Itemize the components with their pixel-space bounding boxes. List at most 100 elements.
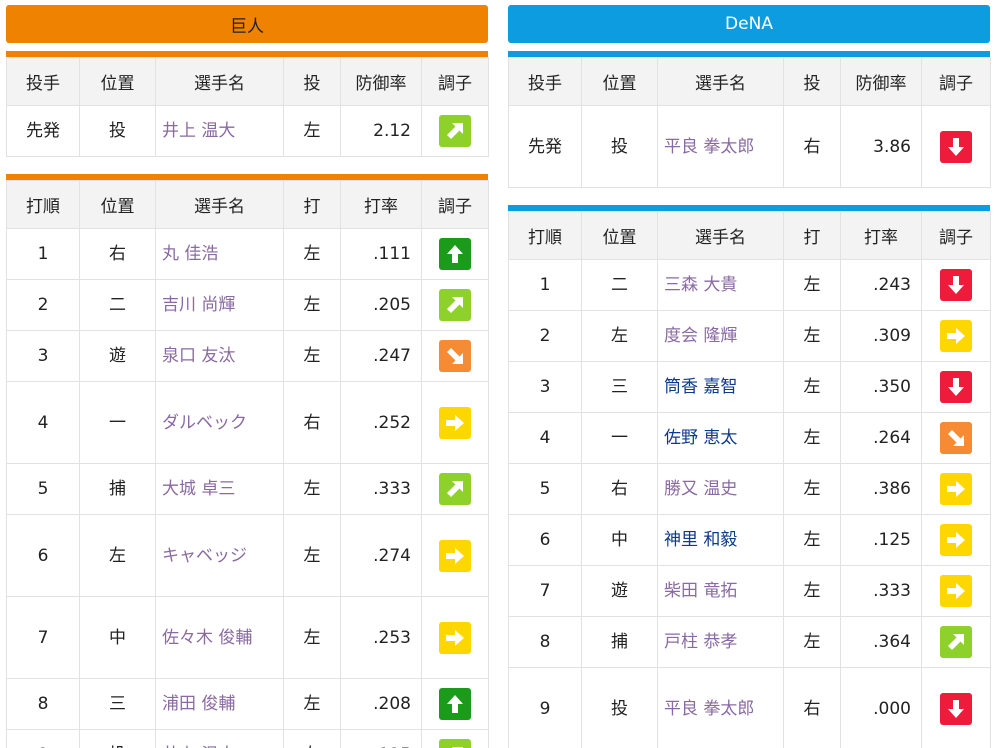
batting-average: .333	[340, 463, 422, 515]
batting-average: .309	[840, 310, 922, 362]
player-name[interactable]: 大城 卓三	[155, 463, 284, 515]
player-name[interactable]: 筒香 嘉智	[657, 361, 784, 413]
batting-order: 7	[508, 565, 582, 617]
player-name[interactable]: 平良 拳太郎	[657, 105, 784, 188]
batting-average: .386	[840, 463, 922, 515]
handedness: 左	[283, 279, 341, 331]
player-name[interactable]: 吉川 尚輝	[155, 279, 284, 331]
batting-order: 4	[6, 381, 80, 464]
dena-pitcher-section: 投手 位置 選手名投防御率 調子 先発投平良 拳太郎右 3.86	[508, 51, 991, 188]
column-header: 投	[783, 57, 841, 106]
arrow-right-icon	[940, 473, 972, 505]
player-name[interactable]: 井上 温大	[155, 729, 284, 748]
arrow-right-icon	[439, 621, 471, 654]
column-header: 打順	[6, 180, 80, 229]
position: 捕	[79, 463, 156, 515]
column-header: 防御率	[840, 57, 922, 106]
batting-average: .247	[340, 330, 422, 382]
position: 遊	[79, 330, 156, 382]
player-name[interactable]: 井上 温大	[155, 105, 284, 157]
handedness: 左	[783, 259, 841, 311]
player-name[interactable]: キャベッジ	[155, 514, 284, 597]
position: 二	[79, 279, 156, 331]
batter-header-row: 打順 位置 選手名打打率 調子	[508, 211, 991, 260]
arrow-down-right-icon	[439, 340, 471, 372]
table-row: 4 一ダルベック右 .252	[6, 381, 489, 464]
player-name[interactable]: 佐々木 俊輔	[155, 596, 284, 679]
condition	[921, 616, 991, 668]
condition	[421, 105, 489, 157]
batting-order: 3	[508, 361, 582, 413]
pitcher-header-row: 投手 位置 選手名投防御率 調子	[508, 57, 991, 106]
batting-average: .208	[340, 678, 422, 730]
batting-order: 7	[6, 596, 80, 679]
handedness: 左	[783, 310, 841, 362]
condition	[421, 596, 489, 679]
table-row: 1 二三森 大貴左 .243	[508, 259, 991, 311]
player-name[interactable]: 平良 拳太郎	[657, 667, 784, 748]
condition	[421, 381, 489, 464]
column-header: 位置	[581, 211, 658, 260]
player-name[interactable]: 丸 佳浩	[155, 228, 284, 280]
condition	[921, 310, 991, 362]
player-name[interactable]: 神里 和毅	[657, 514, 784, 566]
condition	[921, 361, 991, 413]
pitcher-rows: 先発投井上 温大左 2.12	[6, 105, 489, 157]
batting-order: 5	[508, 463, 582, 515]
batting-average: .252	[340, 381, 422, 464]
player-name[interactable]: 三森 大貴	[657, 259, 784, 311]
arrow-up-right-icon	[439, 115, 471, 147]
column-header: 投手	[508, 57, 582, 106]
player-name[interactable]: 佐野 恵太	[657, 412, 784, 464]
condition	[921, 514, 991, 566]
batting-average: .000	[840, 667, 922, 748]
column-header: 調子	[421, 57, 489, 106]
position: 投	[581, 667, 658, 748]
arrow-up-right-icon	[940, 626, 972, 658]
condition	[921, 412, 991, 464]
batting-average: .111	[340, 228, 422, 280]
column-header: 位置	[79, 180, 156, 229]
position: 右	[79, 228, 156, 280]
player-name[interactable]: ダルベック	[155, 381, 284, 464]
batting-average: .350	[840, 361, 922, 413]
table-row: 3 三筒香 嘉智左 .350	[508, 361, 991, 413]
player-name[interactable]: 浦田 俊輔	[155, 678, 284, 730]
position: 中	[79, 596, 156, 679]
position: 右	[581, 463, 658, 515]
batting-average: .364	[840, 616, 922, 668]
table-row: 先発投平良 拳太郎右 3.86	[508, 105, 991, 188]
column-header: 防御率	[340, 57, 422, 106]
position: 一	[581, 412, 658, 464]
condition	[421, 678, 489, 730]
column-header: 投	[283, 57, 341, 106]
arrow-down-right-icon	[940, 422, 972, 454]
handedness: 左	[783, 361, 841, 413]
table-row: 8 三浦田 俊輔左 .208	[6, 678, 489, 730]
batting-order: 1	[508, 259, 582, 311]
dena-batter-table: 打順 位置 選手名打打率 調子 1 二三森 大貴左 .243 2 左度会 隆輝左 .309 3 三筒…	[508, 211, 991, 748]
pitcher-header-row: 投手 位置 選手名投防御率 調子	[6, 57, 489, 106]
pitcher-rows: 先発投平良 拳太郎右 3.86	[508, 105, 991, 188]
arrow-right-icon	[940, 524, 972, 556]
handedness: 左	[783, 412, 841, 464]
batting-order: 5	[6, 463, 80, 515]
handedness: 左	[283, 678, 341, 730]
player-name[interactable]: 戸柱 恭孝	[657, 616, 784, 668]
player-name[interactable]: 勝又 温史	[657, 463, 784, 515]
batting-order: 4	[508, 412, 582, 464]
giants-batter-table: 打順 位置 選手名打打率 調子 1右丸 佳浩左 .111 2 二吉川 尚輝左 .205 3 遊泉口…	[6, 180, 489, 748]
batting-order: 2	[508, 310, 582, 362]
pitcher-role: 先発	[6, 105, 80, 157]
player-name[interactable]: 柴田 竜拓	[657, 565, 784, 617]
table-row: 8 捕戸柱 恭孝左 .364	[508, 616, 991, 668]
handedness: 左	[283, 105, 341, 157]
player-name[interactable]: 泉口 友汰	[155, 330, 284, 382]
handedness: 右	[283, 381, 341, 464]
player-name[interactable]: 度会 隆輝	[657, 310, 784, 362]
giants-pitcher-section: 投手 位置 選手名投防御率 調子 先発投井上 温大左 2.12	[6, 51, 489, 157]
column-header: 調子	[421, 180, 489, 229]
column-header: 位置	[79, 57, 156, 106]
batting-order: 3	[6, 330, 80, 382]
arrow-right-icon	[439, 539, 471, 572]
